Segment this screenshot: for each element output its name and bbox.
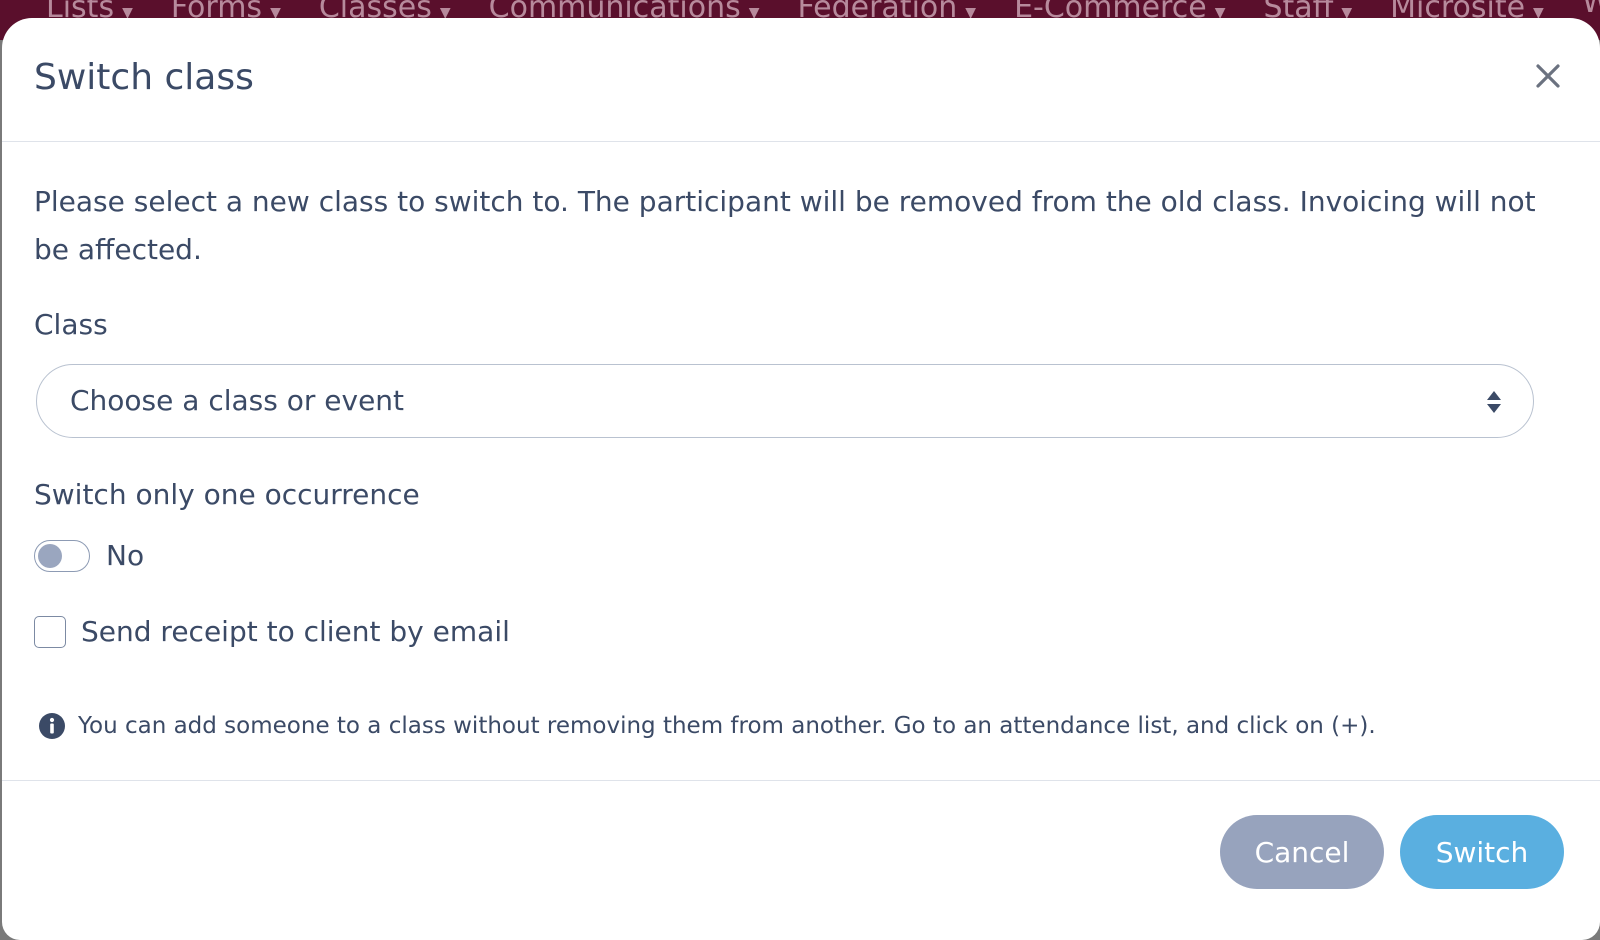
info-text: You can add someone to a class without r… [78, 713, 1376, 739]
cancel-button[interactable]: Cancel [1220, 815, 1384, 889]
class-select-value: Choose a class or event [70, 384, 405, 417]
occurrence-toggle-row: No [34, 538, 144, 574]
nav-item-label: W [1581, 0, 1600, 20]
close-icon [1536, 64, 1560, 88]
nav-item-more[interactable]: W [1582, 0, 1600, 18]
toggle-knob [38, 544, 62, 568]
occurrence-label: Switch only one occurrence [34, 478, 420, 511]
modal-header: Switch class [2, 18, 1600, 142]
receipt-checkbox[interactable] [34, 616, 66, 648]
switch-button[interactable]: Switch [1400, 815, 1564, 889]
class-select[interactable]: Choose a class or event [36, 364, 1534, 438]
sort-arrows-icon [1487, 391, 1501, 413]
receipt-checkbox-label[interactable]: Send receipt to client by email [81, 614, 510, 650]
receipt-checkbox-row: Send receipt to client by email [34, 614, 510, 650]
intro-text: Please select a new class to switch to. … [34, 185, 1536, 266]
info-note: You can add someone to a class without r… [38, 710, 1376, 742]
switch-class-modal: Switch class Please select a new class t… [2, 18, 1600, 940]
info-icon [39, 713, 65, 739]
modal-footer: Cancel Switch [2, 780, 1600, 940]
class-label: Class [34, 308, 108, 341]
toggle-state-label: No [106, 539, 145, 572]
close-button[interactable] [1530, 58, 1566, 94]
modal-title: Switch class [34, 57, 254, 98]
occurrence-toggle[interactable] [34, 540, 90, 572]
